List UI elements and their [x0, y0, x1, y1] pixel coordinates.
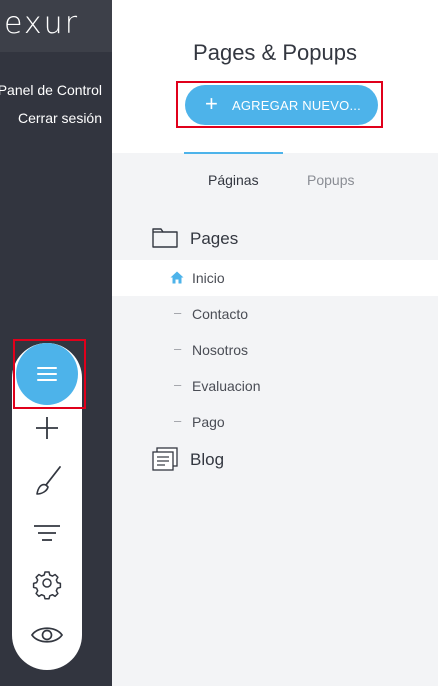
logo-bar: exur	[0, 0, 112, 52]
page-item-pago[interactable]: – Pago	[112, 404, 438, 440]
page-item-label: Inicio	[192, 270, 225, 286]
page-item-label: Nosotros	[192, 342, 249, 358]
group-blog[interactable]: Blog	[112, 441, 438, 477]
page-item-label: Pago	[192, 414, 225, 430]
group-blog-label: Blog	[190, 450, 225, 469]
logo: exur	[4, 6, 80, 41]
gear-icon	[32, 571, 62, 600]
control-panel-link[interactable]: Panel de Control	[0, 82, 102, 98]
active-tab-indicator	[184, 152, 283, 154]
page-item-label: Contacto	[192, 306, 249, 322]
tab-popups[interactable]: Popups	[307, 172, 354, 188]
group-pages[interactable]: Pages	[112, 220, 438, 256]
page-dash: –	[174, 341, 182, 356]
page-item-inicio[interactable]: Inicio	[112, 260, 438, 296]
folder-icon	[152, 228, 178, 248]
add-element-button[interactable]	[27, 408, 67, 448]
blog-icon	[152, 447, 178, 471]
tab-paginas[interactable]: Páginas	[208, 172, 259, 188]
brush-icon	[36, 466, 61, 495]
page-item-contacto[interactable]: – Contacto	[112, 296, 438, 332]
preview-button[interactable]	[27, 615, 67, 655]
highlight-add-box	[176, 81, 383, 128]
page-item-evaluacion[interactable]: – Evaluacion	[112, 368, 438, 404]
site-settings-button[interactable]	[27, 563, 67, 603]
plus-icon	[36, 417, 58, 439]
panel-title: Pages & Popups	[193, 40, 357, 65]
settings-filter-button[interactable]	[27, 513, 67, 553]
group-pages-label: Pages	[190, 229, 239, 248]
page-dash: –	[174, 413, 182, 428]
filter-icon	[34, 525, 60, 541]
logout-link[interactable]: Cerrar sesión	[18, 110, 102, 126]
home-icon	[170, 271, 184, 284]
highlight-menu-box	[13, 339, 86, 409]
page-item-nosotros[interactable]: – Nosotros	[112, 332, 438, 368]
page-dash: –	[174, 377, 182, 392]
page-item-label: Evaluacion	[192, 378, 261, 394]
design-button[interactable]	[27, 461, 67, 501]
page-dash: –	[174, 305, 182, 320]
eye-icon	[30, 627, 64, 643]
